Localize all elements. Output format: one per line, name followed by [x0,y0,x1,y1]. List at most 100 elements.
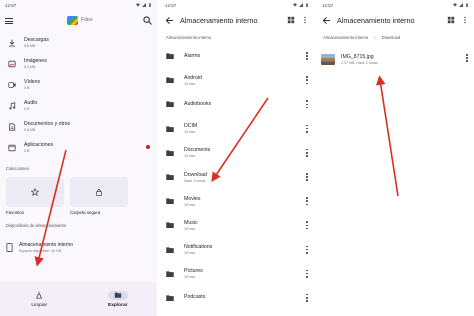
download-icon [9,39,15,46]
category-size: 5,8 MB [24,128,36,132]
category-size: 5,4 MB [24,65,36,69]
category-label: Aplicaciones [24,142,54,148]
status-bar: 12:57 [317,0,474,10]
app-bar: Almacenamiento interno [160,10,314,31]
more-options-icon[interactable] [306,293,308,302]
folder-row[interactable]: Documents 15 mar [160,141,314,165]
folder-row[interactable]: Audiobooks [160,92,314,116]
status-bar: 12:57 [160,0,314,10]
battery-icon [306,3,308,7]
collections-labels: Favoritos Carpeta segura [0,207,157,215]
apps-icon [8,144,16,151]
storage-label: Almacenamiento interno [19,241,73,248]
folder-row[interactable]: DCIM 15 mar [160,117,314,141]
nav-item-explorar[interactable]: Explorar [79,282,158,316]
category-item-videos[interactable]: Vídeos 0 B [0,74,157,95]
internal-storage-screen: 12:57 Almacenamiento interno Almacenamie… [160,0,314,316]
folder-date: 15 mar [184,81,196,86]
signal-icon [142,3,146,7]
folder-date: 15 mar [184,154,196,159]
category-label: Documentos y otros [24,121,71,127]
category-size: 5,8 MB [24,44,36,48]
category-item-imagenes[interactable]: Imágenes 5,4 MB [0,53,157,74]
more-options-icon[interactable] [306,197,308,206]
folder-date: 15 mar [184,202,196,207]
clean-icon [36,291,43,299]
more-options-icon[interactable] [466,54,468,62]
folder-row[interactable]: Podcasts [160,286,314,310]
folder-row[interactable]: Notifications 15 mar [160,238,314,262]
more-options-icon[interactable] [306,124,308,133]
status-icons [136,3,152,7]
grid-view-icon[interactable] [287,16,295,24]
app-bar-actions [287,16,309,24]
grid-view-icon[interactable] [447,16,455,24]
signal-icon [459,3,463,7]
file-row[interactable]: IMG_8715.jpg 2,37 MB, Hace 2 horas [317,46,474,72]
back-arrow-icon[interactable] [165,16,174,25]
nav-item-limpiar[interactable]: Limpiar [0,282,79,316]
collections-heading: Colecciones [6,166,29,171]
more-options-icon[interactable] [306,269,308,278]
nav-label: Explorar [108,302,128,308]
more-options-icon[interactable] [306,221,308,230]
category-item-documentos[interactable]: Documentos y otros 5,8 MB [0,116,157,137]
status-icons [453,3,469,7]
notification-dot [146,145,150,149]
nav-pill [29,291,49,300]
top-bar: Files [0,10,157,32]
folder-row[interactable]: Alarms [160,44,314,68]
star-icon [31,188,39,196]
folder-row[interactable]: Android 15 mar [160,68,314,92]
breadcrumb-item[interactable]: Almacenamiento interno [323,35,368,40]
more-options-icon[interactable] [306,76,308,85]
status-icons [293,3,309,7]
folder-name: Notifications [184,244,213,251]
categories-list: Descargas 5,8 MB Imágenes 5,4 MB Vídeos 0 B… [0,32,157,158]
category-label: Descargas [24,37,49,43]
image-icon [8,60,16,67]
category-item-audio[interactable]: Audio 0 B [0,95,157,116]
storage-internal[interactable]: Almacenamiento interno Espacio disponibl… [0,234,157,256]
page-title: Almacenamiento interno [180,16,258,25]
battery-icon [149,3,151,7]
category-label: Vídeos [24,79,41,85]
more-options-icon[interactable] [306,52,308,60]
status-time: 12:57 [322,2,334,8]
category-item-aplicaciones[interactable]: Aplicaciones 0 B [0,137,157,158]
folder-name: Download [184,171,208,178]
folder-row[interactable]: Music 15 mar [160,213,314,237]
download-folder-screen: 12:57 Almacenamiento interno Almacenamie… [317,0,474,316]
breadcrumb: Almacenamiento interno › Download [317,31,474,44]
collection-card-carpeta-segura[interactable] [70,177,128,207]
folder-name: Movies [184,195,201,202]
breadcrumb: Almacenamiento interno [160,31,314,44]
folder-date: Hace 2 horas [184,178,206,183]
folder-icon [166,174,174,181]
more-options-icon[interactable] [306,148,308,157]
collection-card-favoritos[interactable] [6,177,64,207]
more-options-icon[interactable] [306,172,308,181]
back-arrow-icon[interactable] [322,16,331,25]
folder-row[interactable]: Movies 15 mar [160,189,314,213]
status-bar: 12:57 [0,0,157,10]
folder-name: Alarms [184,52,201,59]
more-options-icon[interactable] [461,16,469,24]
folder-date: 15 mar [184,130,196,135]
search-icon[interactable] [143,16,152,25]
category-label: Audio [24,100,38,106]
folder-row[interactable]: Pictures 15 mar [160,262,314,286]
category-size: 0 B [24,86,30,90]
folder-date: 15 mar [184,275,196,280]
more-options-icon[interactable] [306,245,308,254]
battery-icon [466,3,468,7]
menu-icon[interactable] [5,18,13,24]
category-item-descargas[interactable]: Descargas 5,8 MB [0,32,157,53]
image-thumbnail [321,53,335,65]
breadcrumb-item[interactable]: Almacenamiento interno [166,35,211,40]
folder-name: Music [184,219,198,226]
more-options-icon[interactable] [301,16,309,24]
folder-row-download[interactable]: Download Hace 2 horas [160,165,314,189]
more-options-icon[interactable] [306,100,308,109]
breadcrumb-item-current[interactable]: Download [382,35,401,40]
